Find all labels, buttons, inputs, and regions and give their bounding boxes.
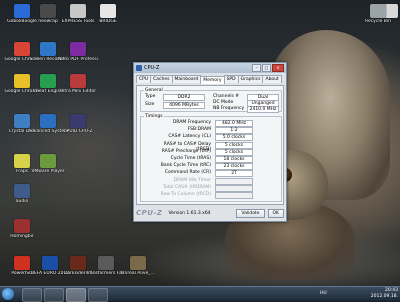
desktop-icon-label: Homingbir bbox=[10, 234, 34, 239]
ok-button[interactable]: OK bbox=[267, 208, 284, 218]
desktop-icon-label: Ultra Mini Editor bbox=[59, 89, 97, 94]
timing-label: DRAM Frequency bbox=[172, 120, 211, 125]
timing-label: RAS# Precharge (tRP) bbox=[161, 148, 211, 154]
channels-label: Channels # bbox=[213, 94, 240, 99]
app-icon bbox=[40, 114, 56, 128]
timing-value: 5 clocks bbox=[215, 148, 253, 156]
timing-value bbox=[215, 192, 253, 199]
recycle-bin-icon[interactable]: Recycle Bin bbox=[358, 4, 398, 24]
desktop-icon-label: Recycle Bin bbox=[365, 19, 391, 24]
cpuz-footer: CPU-Z Version 1.61.3.x64 Validate OK bbox=[136, 207, 284, 219]
nb-frequency-label: NB Frequency bbox=[213, 106, 245, 111]
tab-about[interactable]: About bbox=[262, 75, 282, 83]
app-icon bbox=[14, 256, 30, 270]
app-icon bbox=[70, 114, 86, 128]
system-clock[interactable]: 20:43 2012.09.18. bbox=[371, 288, 398, 300]
size-value: 4096 MBytes bbox=[163, 102, 205, 109]
cpuz-app-icon bbox=[136, 65, 142, 71]
tab-caches[interactable]: Caches bbox=[150, 75, 173, 83]
minimize-button[interactable]: – bbox=[252, 64, 261, 72]
timing-value: 18 clocks bbox=[215, 156, 253, 163]
timings-group-title: Timings bbox=[144, 114, 164, 119]
clock-date: 2012.09.18. bbox=[370, 294, 398, 299]
cpuz-brand: CPU-Z bbox=[136, 209, 163, 217]
cpuz-titlebar[interactable]: CPU-Z – □ ✕ bbox=[134, 63, 286, 73]
app-icon bbox=[98, 256, 114, 270]
timing-value: 2T bbox=[215, 170, 253, 178]
language-indicator[interactable]: HU bbox=[320, 291, 327, 296]
tab-cpu[interactable]: CPU bbox=[136, 75, 152, 83]
memory-panel: General Type DDR2 Size 4096 MBytes Chann… bbox=[136, 85, 284, 205]
timing-label: Cycle Time (tRAS) bbox=[170, 156, 211, 161]
desktop-icon[interactable]: Ultra Mini Editor bbox=[58, 74, 98, 94]
app-icon bbox=[130, 256, 146, 270]
general-group-title: General bbox=[144, 88, 164, 93]
desktop-icon[interactable]: BRIDGE bbox=[88, 4, 128, 24]
size-label: Size bbox=[145, 102, 155, 107]
tab-memory[interactable]: Memory bbox=[200, 76, 225, 84]
start-button[interactable] bbox=[2, 288, 14, 300]
desktop-icon-label: CPUID CPU-Z bbox=[63, 129, 93, 134]
app-icon bbox=[40, 4, 56, 18]
app-icon bbox=[70, 4, 86, 18]
desktop-icon[interactable]: VMware Player bbox=[28, 154, 68, 174]
desktop-icon[interactable]: Nitro PDF Professional bbox=[58, 42, 98, 62]
cpuz-tabs: CPU Caches Mainboard Memory SPD Graphics… bbox=[136, 75, 284, 84]
timing-label: Row To Column (tRCD) bbox=[160, 192, 211, 197]
app-icon bbox=[70, 42, 86, 56]
timing-value: 5 clocks bbox=[215, 141, 253, 149]
desktop-icon-label: BRIDGE bbox=[99, 19, 117, 24]
timing-label: Total CAS# (tRDRAM) bbox=[163, 184, 211, 190]
desktop-icon-label: VMware Player bbox=[31, 169, 65, 174]
desktop-icon[interactable]: Unreal Alive_... bbox=[118, 256, 158, 276]
desktop-icon[interactable]: CPUID CPU-Z bbox=[58, 114, 98, 134]
tab-mainboard[interactable]: Mainboard bbox=[171, 75, 202, 83]
timing-value: 1:2 bbox=[215, 127, 253, 135]
desktop-icon-label: audio bbox=[15, 199, 29, 204]
desktop-icon[interactable]: Homingbir bbox=[2, 219, 42, 239]
cpuz-window: CPU-Z – □ ✕ CPU Caches Mainboard Memory … bbox=[133, 62, 287, 222]
taskbar: HU 20:43 2012.09.18. bbox=[0, 286, 400, 302]
timing-value: 5.0 clocks bbox=[215, 134, 253, 142]
validate-button[interactable]: Validate bbox=[236, 208, 265, 218]
version-label: Version 1.61.3.x64 bbox=[168, 210, 211, 216]
timing-value: 23 clocks bbox=[215, 163, 253, 171]
app-icon bbox=[40, 154, 56, 168]
timing-value: 482.0 MHz bbox=[215, 120, 253, 127]
type-label: Type bbox=[145, 94, 156, 99]
tab-graphics[interactable]: Graphics bbox=[237, 75, 264, 83]
timing-value bbox=[215, 177, 253, 185]
app-icon bbox=[70, 256, 86, 270]
app-icon bbox=[14, 219, 30, 233]
timing-label: CAS# Latency (CL) bbox=[168, 134, 211, 140]
app-icon bbox=[14, 184, 30, 198]
general-group: General Type DDR2 Size 4096 MBytes Chann… bbox=[140, 88, 282, 113]
nb-frequency-value: 2410.0 MHz bbox=[247, 106, 279, 113]
timings-group: Timings DRAM Frequency 482.0 MHz FSB:DRAM 1… bbox=[140, 114, 282, 202]
app-icon bbox=[42, 256, 58, 270]
window-title: CPU-Z bbox=[144, 65, 160, 71]
app-icon bbox=[100, 4, 116, 18]
desktop-icon-label: Unreal Alive_... bbox=[121, 271, 155, 276]
timing-label: DRAM Idle Timer bbox=[173, 177, 211, 183]
timing-label: Command Rate (CR) bbox=[164, 170, 211, 176]
tab-spd[interactable]: SPD bbox=[223, 75, 239, 83]
close-button[interactable]: ✕ bbox=[272, 64, 284, 72]
app-icon bbox=[40, 74, 56, 88]
maximize-button[interactable]: □ bbox=[262, 64, 271, 72]
trash-icon bbox=[370, 4, 386, 18]
dc-mode-label: DC Mode bbox=[213, 100, 234, 105]
type-value: DDR2 bbox=[163, 94, 205, 101]
app-icon bbox=[40, 42, 56, 56]
desktop-icon[interactable]: audio bbox=[2, 184, 42, 204]
desktop-icon-label: Nitro PDF Professional bbox=[58, 57, 98, 62]
timing-label: FSB:DRAM bbox=[187, 127, 211, 133]
timing-value bbox=[215, 184, 253, 192]
timing-label: Bank Cycle Time (tRC) bbox=[160, 163, 211, 169]
app-icon bbox=[70, 74, 86, 88]
